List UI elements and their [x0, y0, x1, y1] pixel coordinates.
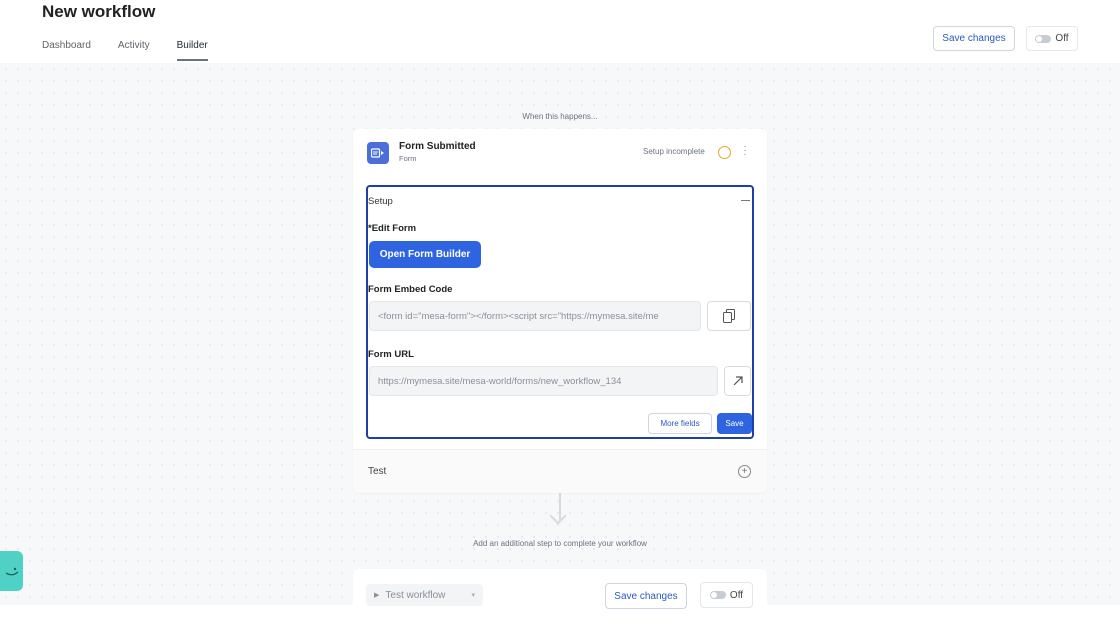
tab-bar: Dashboard Activity Builder — [42, 40, 208, 61]
setup-panel: Setup *Edit Form Open Form Builder Form … — [366, 185, 754, 439]
toggle-switch-icon — [1035, 34, 1052, 43]
help-chat-widget[interactable] — [0, 551, 23, 591]
trigger-header[interactable]: Form Submitted Form Setup incomplete · · · — [353, 129, 767, 177]
setup-save-button[interactable]: Save — [717, 413, 752, 434]
open-url-button[interactable] — [724, 366, 751, 396]
tab-activity[interactable]: Activity — [118, 40, 150, 61]
trigger-card: Form Submitted Form Setup incomplete · · ·… — [353, 129, 767, 493]
tab-dashboard[interactable]: Dashboard — [42, 40, 91, 61]
when-label: When this happens... — [522, 112, 598, 121]
save-changes-button[interactable]: Save changes — [933, 26, 1015, 51]
copy-icon — [722, 309, 735, 323]
trigger-title: Form Submitted — [399, 141, 476, 152]
bottom-action-bar: ▶ Test workflow ▾ Save changes Off — [353, 569, 767, 609]
form-icon — [367, 142, 389, 164]
copy-button[interactable] — [707, 301, 751, 331]
test-workflow-label: Test workflow — [385, 589, 446, 601]
add-step-label[interactable]: Add an additional step to complete your … — [0, 539, 1120, 548]
play-icon: ▶ — [374, 592, 380, 599]
toggle-switch-icon — [709, 591, 726, 599]
toggle-label: Off — [1055, 33, 1069, 44]
test-label: Test — [368, 466, 387, 477]
warning-circle-icon — [718, 146, 731, 159]
expand-plus-icon[interactable]: + — [738, 465, 751, 478]
bottom-workflow-toggle[interactable]: Off — [700, 582, 753, 608]
test-section[interactable]: Test + — [353, 449, 767, 493]
chevron-down-icon: ▾ — [471, 592, 475, 599]
more-options-icon[interactable]: · · · — [742, 142, 748, 160]
form-url-label: Form URL — [368, 349, 414, 360]
test-workflow-select[interactable]: ▶ Test workflow ▾ — [366, 584, 483, 606]
collapse-icon[interactable] — [741, 200, 750, 201]
edit-form-label: *Edit Form — [368, 223, 417, 234]
open-form-builder-button[interactable]: Open Form Builder — [369, 241, 481, 268]
setup-section-label: Setup — [368, 196, 393, 207]
chat-face-icon — [5, 567, 18, 576]
more-fields-button[interactable]: More fields — [648, 413, 712, 434]
bottom-save-changes-button[interactable]: Save changes — [605, 583, 687, 609]
bottom-toggle-label: Off — [729, 589, 744, 601]
top-bar: New workflow Dashboard Activity Builder … — [0, 0, 1120, 63]
workflow-toggle[interactable]: Off — [1026, 26, 1078, 51]
embed-code-field[interactable]: <form id="mesa-form"></form><script src=… — [369, 301, 701, 331]
setup-status-text: Setup incomplete — [643, 147, 705, 156]
embed-code-label: Form Embed Code — [368, 284, 453, 295]
tab-builder[interactable]: Builder — [176, 40, 208, 61]
form-url-field[interactable]: https://mymesa.site/mesa-world/forms/new… — [369, 366, 718, 396]
external-link-icon — [733, 376, 743, 386]
page-title: New workflow — [42, 2, 156, 21]
trigger-subtitle: Form — [399, 154, 417, 163]
